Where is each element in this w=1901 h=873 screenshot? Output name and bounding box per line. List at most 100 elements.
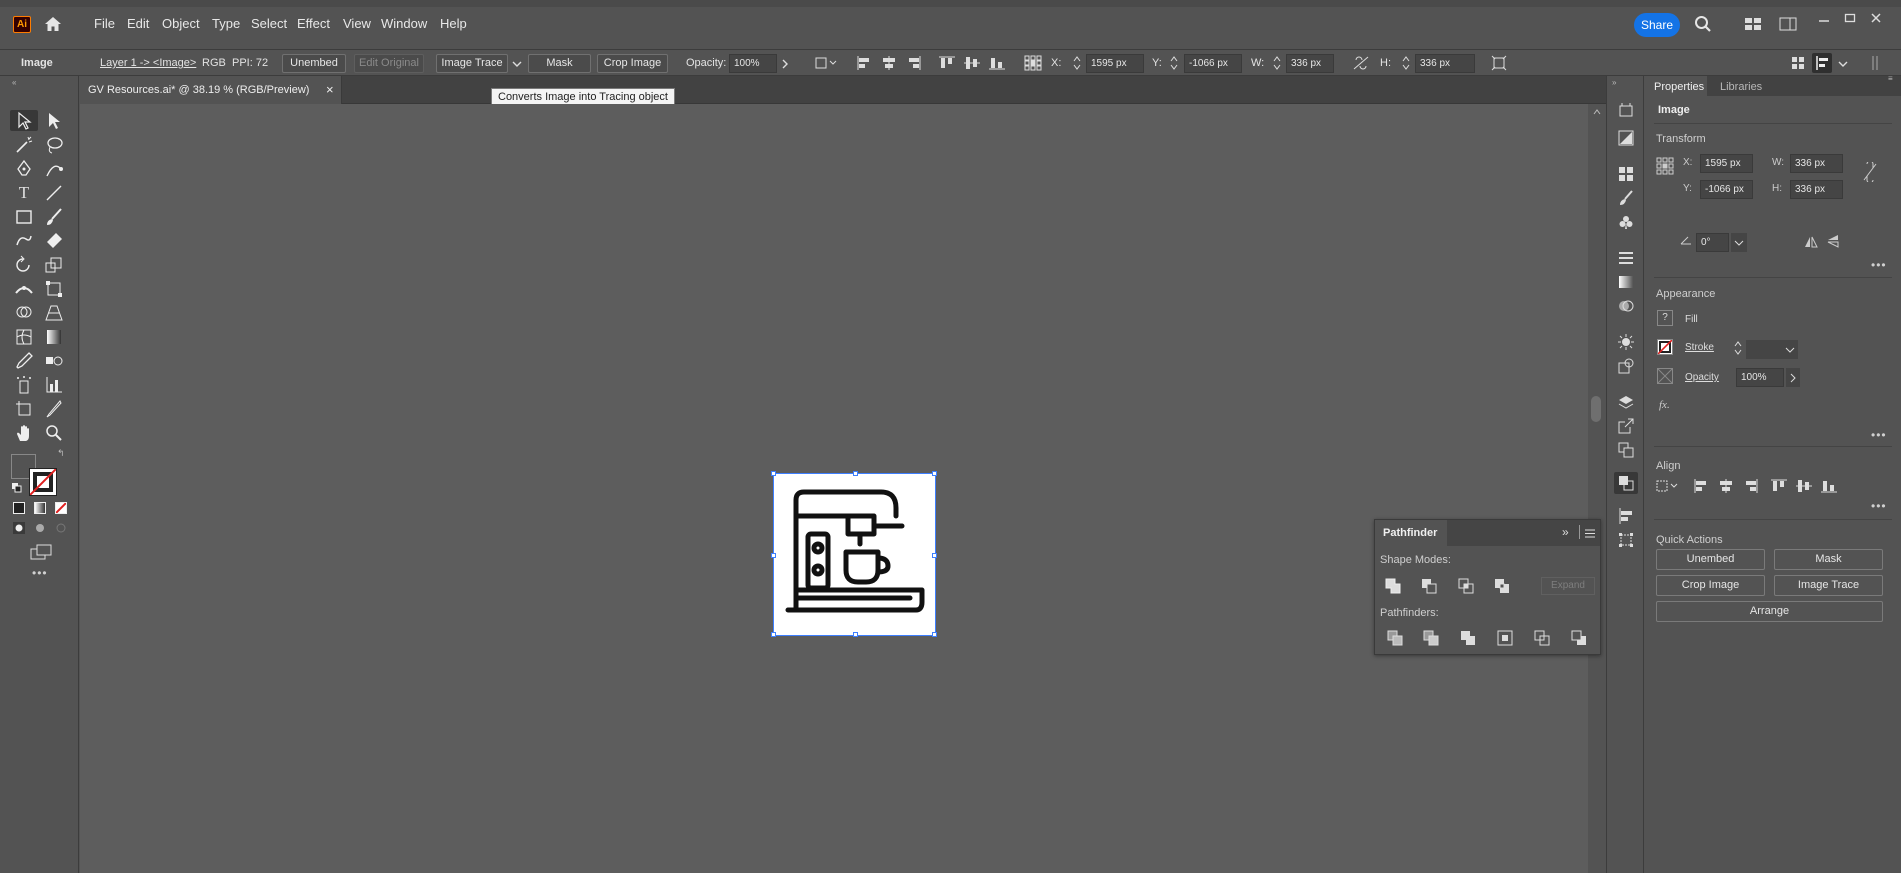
- transform-panel-icon[interactable]: [1618, 532, 1634, 548]
- menu-edit[interactable]: Edit: [127, 16, 149, 31]
- swap-fill-stroke-icon[interactable]: ↰: [57, 448, 65, 459]
- edit-toolbar-icon[interactable]: •••: [32, 566, 48, 580]
- artboard-tool-icon[interactable]: [14, 399, 34, 419]
- divide-icon[interactable]: [1387, 630, 1403, 646]
- align-to-selection-icon[interactable]: [1656, 479, 1680, 493]
- y-input[interactable]: -1066 px: [1184, 54, 1242, 73]
- grip-icon[interactable]: [1871, 56, 1879, 70]
- gradient-tool-icon[interactable]: [44, 327, 64, 347]
- layer-path-link[interactable]: Layer 1 -> <Image>: [100, 57, 196, 69]
- prop-w-input[interactable]: 336 px: [1790, 154, 1843, 173]
- prop-align-left-icon[interactable]: [1693, 479, 1709, 493]
- asset-export-panel-icon[interactable]: [1618, 418, 1634, 434]
- artboards-list-panel-icon[interactable]: [1618, 442, 1634, 458]
- stroke-weight-input[interactable]: [1746, 340, 1782, 359]
- align-panel-icon[interactable]: [1618, 508, 1634, 524]
- home-icon[interactable]: [43, 15, 63, 33]
- resize-handle-nw[interactable]: [771, 471, 776, 476]
- trim-icon[interactable]: [1423, 630, 1439, 646]
- merge-icon[interactable]: [1460, 630, 1476, 646]
- collapse-panel-icon[interactable]: «: [12, 78, 16, 87]
- symbols-panel-icon[interactable]: [1618, 214, 1634, 230]
- swatches-panel-icon[interactable]: [1618, 166, 1634, 182]
- resize-handle-w[interactable]: [771, 553, 776, 558]
- rectangle-tool-icon[interactable]: [14, 207, 34, 227]
- appearance-more-options[interactable]: •••: [1871, 428, 1887, 442]
- menu-object[interactable]: Object: [162, 16, 200, 31]
- vertical-align-center-icon[interactable]: [964, 56, 980, 70]
- prop-x-input[interactable]: 1595 px: [1700, 154, 1753, 173]
- opacity-arrow-icon[interactable]: [781, 59, 789, 69]
- document-close-icon[interactable]: ×: [326, 82, 334, 97]
- line-segment-tool-icon[interactable]: [44, 183, 64, 203]
- pen-tool-icon[interactable]: [14, 159, 34, 179]
- stroke-none-swatch[interactable]: [1657, 339, 1673, 355]
- menu-select[interactable]: Select: [251, 16, 287, 31]
- none-mode-icon[interactable]: [55, 502, 67, 514]
- magic-wand-tool-icon[interactable]: [14, 135, 34, 155]
- shape-builder-tool-icon[interactable]: [14, 303, 34, 323]
- properties-menu-icon[interactable]: ≡: [1888, 74, 1893, 83]
- fx-effects-icon[interactable]: fx.: [1659, 399, 1670, 411]
- prop-h-input[interactable]: 336 px: [1790, 180, 1843, 199]
- prop-opacity-arrow-icon[interactable]: [1786, 368, 1800, 387]
- panel-menu-icon[interactable]: [1585, 529, 1595, 538]
- panel-collapse-icon[interactable]: »: [1562, 525, 1569, 539]
- draw-inside-icon[interactable]: [55, 522, 67, 534]
- x-stepper-icon[interactable]: [1073, 55, 1081, 71]
- draw-behind-icon[interactable]: [34, 522, 46, 534]
- image-trace-panel-icon[interactable]: [1618, 130, 1634, 146]
- reference-point-grid-icon[interactable]: [1656, 157, 1674, 175]
- resize-handle-s[interactable]: [853, 632, 858, 637]
- rotate-angle-input[interactable]: 0°: [1696, 233, 1729, 252]
- constrain-proportions-icon[interactable]: [1353, 56, 1369, 70]
- menu-help[interactable]: Help: [440, 16, 467, 31]
- maximize-icon[interactable]: [1844, 13, 1856, 23]
- share-button[interactable]: Share: [1634, 13, 1680, 37]
- align-to-icon[interactable]: [815, 56, 839, 70]
- scale-tool-icon[interactable]: [44, 255, 64, 275]
- prop-align-top-icon[interactable]: [1771, 479, 1787, 493]
- perspective-grid-tool-icon[interactable]: [44, 303, 64, 323]
- paintbrush-tool-icon[interactable]: [44, 207, 64, 227]
- brushes-panel-icon[interactable]: [1618, 190, 1634, 206]
- resize-handle-ne[interactable]: [932, 471, 937, 476]
- control-panel-menu-icon[interactable]: [1838, 60, 1848, 68]
- menu-view[interactable]: View: [343, 16, 371, 31]
- crop-image-button[interactable]: Crop Image: [597, 54, 668, 73]
- prop-align-hcenter-icon[interactable]: [1718, 479, 1734, 493]
- horizontal-align-right-icon[interactable]: [906, 56, 922, 70]
- control-panel-toggle-icon[interactable]: [1812, 53, 1832, 73]
- vertical-scrollbar[interactable]: [1588, 104, 1605, 873]
- h-stepper-icon[interactable]: [1402, 55, 1410, 71]
- selection-tool-icon[interactable]: [14, 111, 34, 131]
- slice-tool-icon[interactable]: [44, 399, 64, 419]
- flip-horizontal-icon[interactable]: [1804, 236, 1818, 248]
- menu-window[interactable]: Window: [381, 16, 427, 31]
- minus-front-icon[interactable]: [1421, 578, 1437, 594]
- align-more-options[interactable]: •••: [1871, 499, 1887, 513]
- resize-handle-n[interactable]: [853, 471, 858, 476]
- qa-unembed-button[interactable]: Unembed: [1656, 549, 1765, 570]
- qa-mask-button[interactable]: Mask: [1774, 549, 1883, 570]
- vertical-align-bottom-icon[interactable]: [989, 56, 1005, 70]
- unembed-button[interactable]: Unembed: [282, 54, 346, 73]
- flip-vertical-icon[interactable]: [1827, 234, 1839, 248]
- placed-image[interactable]: [771, 471, 937, 637]
- gradient-panel-icon[interactable]: [1618, 274, 1634, 290]
- resize-handle-se[interactable]: [932, 632, 937, 637]
- panel-layout-icon[interactable]: [1791, 56, 1805, 70]
- eraser-tool-icon[interactable]: [44, 231, 64, 251]
- constrain-width-height-icon[interactable]: [1863, 162, 1877, 182]
- direct-selection-tool-icon[interactable]: [44, 111, 64, 131]
- screen-mode-icon[interactable]: [30, 544, 52, 560]
- horizontal-align-center-icon[interactable]: [881, 56, 897, 70]
- prop-opacity-input[interactable]: 100%: [1736, 368, 1784, 387]
- transform-more-options[interactable]: •••: [1871, 258, 1887, 272]
- minimize-icon[interactable]: [1818, 13, 1830, 23]
- hand-tool-icon[interactable]: [14, 423, 34, 443]
- menu-file[interactable]: File: [94, 16, 115, 31]
- tab-libraries[interactable]: Libraries: [1720, 81, 1762, 93]
- resize-handle-sw[interactable]: [771, 632, 776, 637]
- color-mode-icon[interactable]: [13, 502, 25, 514]
